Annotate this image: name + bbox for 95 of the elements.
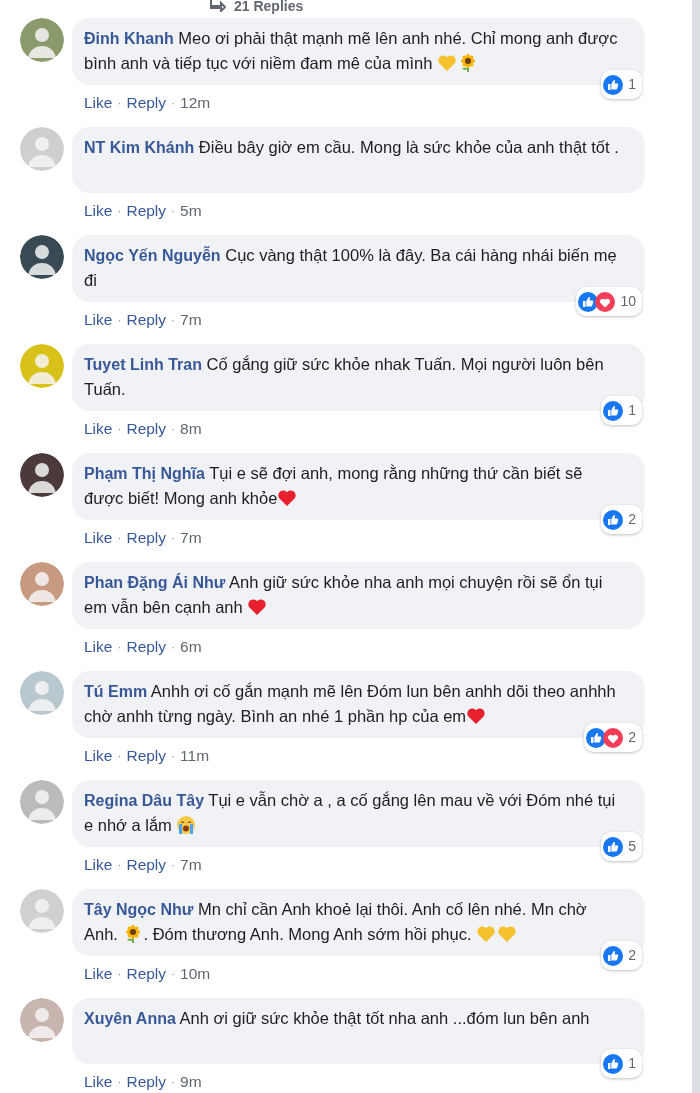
comment-time[interactable]: 12m [180, 94, 211, 112]
comment-time[interactable]: 7m [180, 529, 202, 547]
separator-dot: · [117, 1075, 122, 1089]
heart-reaction-icon [603, 727, 624, 748]
comment-action-link[interactable]: Reply [126, 1073, 167, 1091]
separator-dot: · [117, 204, 122, 218]
comment-action-link[interactable]: Reply [126, 856, 167, 874]
like-reaction-icon [603, 400, 624, 421]
separator-dot: · [171, 749, 176, 763]
reaction-count: 10 [620, 292, 636, 311]
separator-dot: · [171, 640, 176, 654]
reaction-summary[interactable]: 5 [601, 832, 642, 861]
comment-time[interactable]: 6m [180, 638, 202, 656]
reaction-summary[interactable]: 10 [576, 287, 642, 316]
separator-dot: · [171, 1075, 176, 1089]
reaction-count: 1 [628, 75, 636, 94]
author-name[interactable]: Ngọc Yến Nguyễn [84, 247, 221, 264]
reaction-summary[interactable]: 2 [584, 723, 642, 752]
avatar[interactable] [20, 235, 64, 279]
author-name[interactable]: Phan Đặng Ái Như [84, 574, 226, 591]
comment-action-link[interactable]: Reply [126, 747, 167, 765]
comment-action-link[interactable]: Like [84, 965, 113, 983]
comment-time[interactable]: 8m [180, 420, 202, 438]
like-reaction-icon [603, 836, 624, 857]
reaction-summary[interactable]: 1 [601, 1049, 642, 1078]
separator-dot: · [171, 313, 176, 327]
reaction-count: 5 [628, 837, 636, 856]
replies-link[interactable]: 21 Replies [234, 0, 304, 14]
crying-face-icon [176, 815, 197, 835]
comment-text: NT Kim Khánh Điều bây giờ em cầu. Mong là sức khỏe của anh thật tốt . [84, 137, 619, 158]
reaction-count: 2 [628, 728, 636, 747]
comment-action-link[interactable]: Reply [126, 94, 167, 112]
comment-action-link[interactable]: Like [84, 202, 113, 220]
comment-time[interactable]: 11m [180, 747, 210, 765]
comment-action-link[interactable]: Reply [126, 311, 167, 329]
author-name[interactable]: Regina Dâu Tây [84, 792, 205, 809]
separator-dot: · [117, 313, 122, 327]
separator-dot: · [117, 967, 122, 981]
comment-action-link[interactable]: Like [84, 856, 113, 874]
like-reaction-icon [603, 74, 624, 95]
comment-action-link[interactable]: Like [84, 1073, 113, 1091]
reaction-summary[interactable]: 2 [601, 941, 642, 970]
separator-dot: · [171, 858, 176, 872]
author-name[interactable]: Xuyên Anna [84, 1010, 176, 1027]
comment-action-link[interactable]: Like [84, 94, 113, 112]
reaction-summary[interactable]: 1 [601, 70, 642, 99]
separator-dot: · [171, 531, 176, 545]
separator-dot: · [117, 531, 122, 545]
author-name[interactable]: Tuyet Linh Tran [84, 356, 202, 373]
separator-dot: · [171, 96, 176, 110]
reaction-count: 2 [628, 510, 636, 529]
author-name[interactable]: Tây Ngọc Như [84, 901, 194, 918]
comment-text: Phan Đặng Ái Như Anh giữ sức khỏe nha anh mọi chuyện rồi sẽ ổn tụi em vẫn bên cạnh anh [84, 572, 604, 619]
separator-dot: · [117, 858, 122, 872]
reaction-summary[interactable]: 1 [601, 396, 642, 425]
separator-dot: · [117, 96, 122, 110]
comment-action-link[interactable]: Like [84, 529, 113, 547]
comment-action-link[interactable]: Reply [126, 202, 167, 220]
comment-action-link[interactable]: Reply [126, 965, 167, 983]
separator-dot: · [171, 204, 176, 218]
comment-text: Phạm Thị Nghĩa Tụi e sẽ đợi anh, mong rằng những thứ cần biết sẽ được biết! Mong anh khỏe [84, 463, 584, 510]
comment-time[interactable]: 9m [180, 1073, 202, 1091]
author-name[interactable]: Tú Emm [84, 683, 148, 700]
comment-time[interactable]: 5m [180, 202, 202, 220]
comment-action-link[interactable]: Like [84, 747, 113, 765]
like-reaction-icon [603, 509, 624, 530]
reaction-summary[interactable]: 2 [601, 505, 642, 534]
separator-dot: · [171, 967, 176, 981]
like-reaction-icon [578, 291, 599, 312]
comment-action-link[interactable]: Like [84, 638, 113, 656]
like-reaction-icon [586, 727, 607, 748]
comment-text: Xuyên Anna Anh ơi giữ sức khỏe thật tốt nha anh ...đóm lun bên anh [84, 1008, 591, 1029]
author-name[interactable]: NT Kim Khánh [84, 139, 195, 156]
comment-action-link[interactable]: Reply [126, 529, 167, 547]
comment-text: Tây Ngọc Như Mn chỉ cần Anh khoẻ lại thôi. Anh cố lên nhé. Mn chờ Anh. . Đóm thương Anh. Mong Anh sớm hồi phục. [84, 899, 588, 946]
comment-action-link[interactable]: Like [84, 311, 113, 329]
separator-dot: · [171, 422, 176, 436]
comment-action-link[interactable]: Reply [126, 638, 167, 656]
separator-dot: · [117, 422, 122, 436]
reaction-count: 1 [628, 401, 636, 420]
like-reaction-icon [603, 1053, 624, 1074]
comment-action-link[interactable]: Like [84, 420, 113, 438]
like-reaction-icon [603, 945, 624, 966]
comment-time[interactable]: 7m [180, 311, 202, 329]
separator-dot: · [117, 640, 122, 654]
author-name[interactable]: Phạm Thị Nghĩa [84, 465, 205, 482]
comment-action-link[interactable]: Reply [126, 420, 167, 438]
comment-time[interactable]: 7m [180, 856, 202, 874]
comment-time[interactable]: 10m [180, 965, 211, 983]
separator-dot: · [117, 749, 122, 763]
reaction-count: 2 [628, 946, 636, 965]
author-name[interactable]: Đinh Khanh [84, 30, 174, 47]
heart-reaction-icon [595, 291, 616, 312]
avatar[interactable] [20, 453, 64, 497]
reaction-count: 1 [628, 1054, 636, 1073]
